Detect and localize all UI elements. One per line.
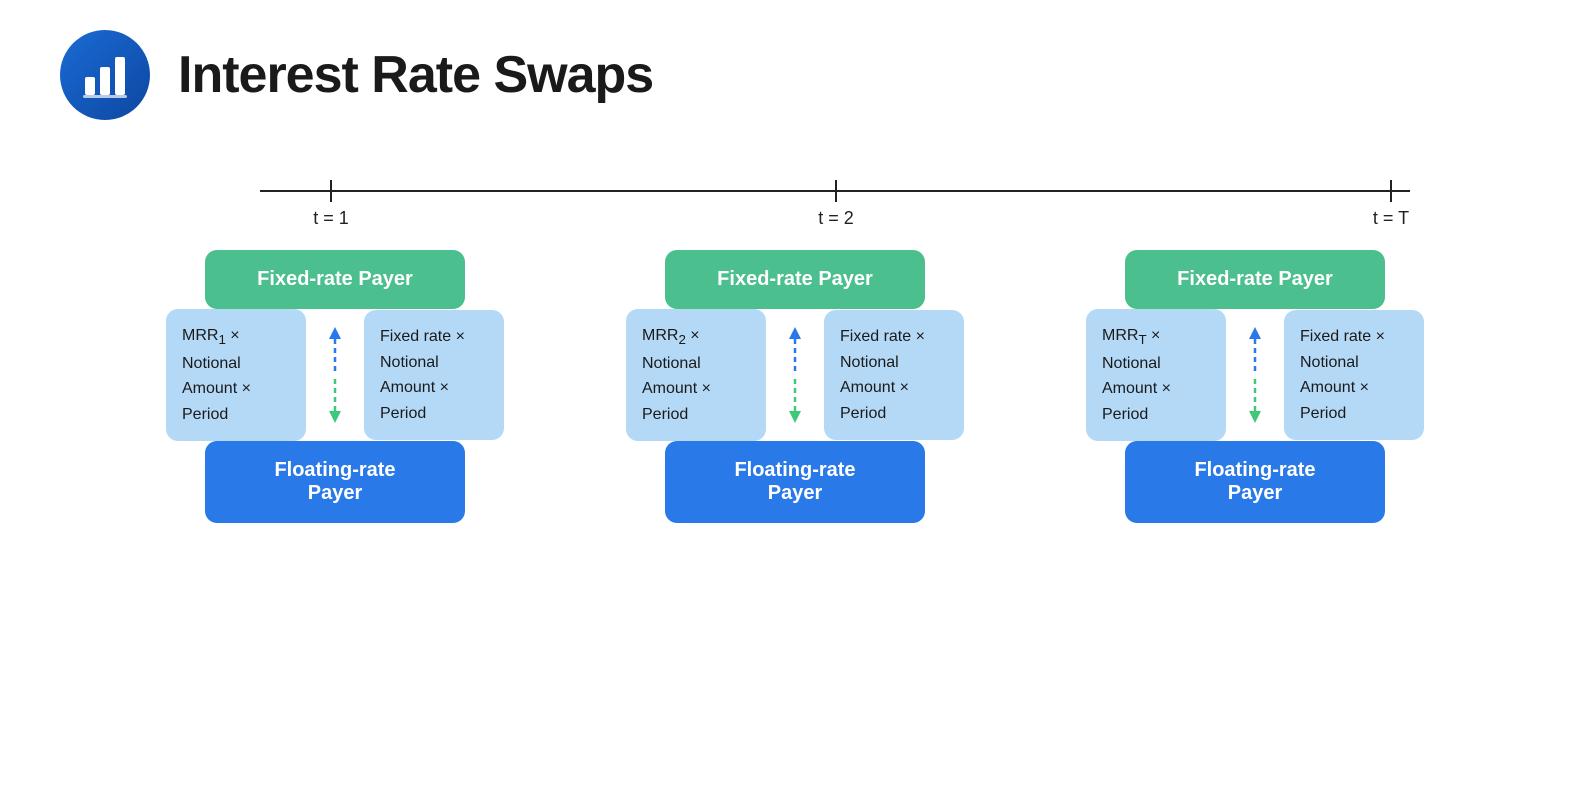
mid-section-1: MRR1 ×NotionalAmount ×Period [120,309,550,441]
blue-arrow-up-1 [321,323,349,375]
timeline-tick-1 [330,180,332,202]
floating-rate-payer-2: Floating-ratePayer [665,441,925,523]
green-arrow-down-2 [781,375,809,427]
fixed-box-1: Fixed rate ×NotionalAmount ×Period [364,310,504,440]
mid-section-2: MRR2 ×NotionalAmount ×Period Fixed rate … [580,309,1010,441]
fixed-rate-payer-2: Fixed-rate Payer [665,250,925,309]
green-arrow-down-3 [1241,375,1269,427]
arrows-1 [310,315,360,435]
timeline-tick-2 [835,180,837,202]
header: Interest Rate Swaps [60,30,1530,120]
mrr-box-2: MRR2 ×NotionalAmount ×Period [626,309,766,441]
logo-circle [60,30,150,120]
mrr-box-3: MRRT ×NotionalAmount ×Period [1086,309,1226,441]
bar-chart-icon [79,49,131,101]
fixed-rate-payer-3: Fixed-rate Payer [1125,250,1385,309]
fixed-box-3: Fixed rate ×NotionalAmount ×Period [1284,310,1424,440]
mid-section-3: MRRT ×NotionalAmount ×Period Fixed rate … [1040,309,1470,441]
swap-group-3: Fixed-rate Payer MRRT ×NotionalAmount ×P… [1040,250,1470,523]
timeline-label-2: t = 2 [818,208,854,229]
fixed-box-2: Fixed rate ×NotionalAmount ×Period [824,310,964,440]
blue-arrow-up-2 [781,323,809,375]
page: Interest Rate Swaps t = 1 t = 2 t = T Fi… [0,0,1590,791]
page-title: Interest Rate Swaps [178,45,653,105]
green-arrow-down-1 [321,375,349,427]
fixed-rate-payer-1: Fixed-rate Payer [205,250,465,309]
blue-arrow-up-3 [1241,323,1269,375]
mrr-box-1: MRR1 ×NotionalAmount ×Period [166,309,306,441]
timeline: t = 1 t = 2 t = T [60,160,1530,240]
timeline-tick-T [1390,180,1392,202]
arrows-2 [770,315,820,435]
timeline-label-T: t = T [1373,208,1409,229]
swaps-container: Fixed-rate Payer MRR1 ×NotionalAmount ×P… [60,250,1530,523]
swap-group-2: Fixed-rate Payer MRR2 ×NotionalAmount ×P… [580,250,1010,523]
arrows-3 [1230,315,1280,435]
floating-rate-payer-1: Floating-ratePayer [205,441,465,523]
floating-rate-payer-3: Floating-ratePayer [1125,441,1385,523]
timeline-label-1: t = 1 [313,208,349,229]
swap-group-1: Fixed-rate Payer MRR1 ×NotionalAmount ×P… [120,250,550,523]
